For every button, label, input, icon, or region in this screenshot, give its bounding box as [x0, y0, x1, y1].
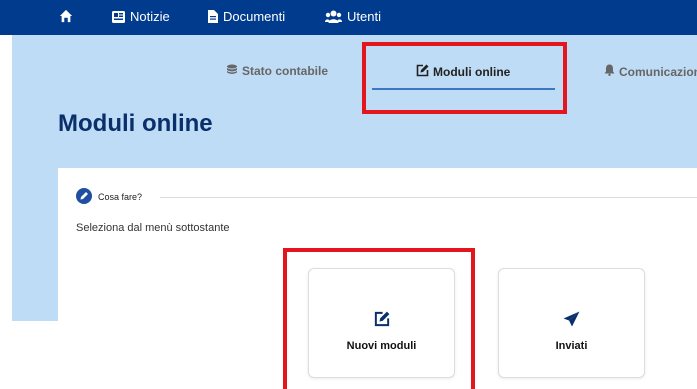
- section-heading: Cosa fare?: [76, 188, 142, 206]
- nav-item-label: Documenti: [223, 9, 286, 24]
- nav-item-label: Utenti: [347, 9, 381, 24]
- sub-navigation: Stato contabile Moduli online Comunicazi…: [12, 35, 697, 97]
- page-title: Moduli online: [58, 110, 213, 137]
- paper-plane-icon: [499, 311, 644, 327]
- tab-label: Stato contabile: [242, 64, 329, 78]
- tab-comunicazioni[interactable]: Comunicazioni: [604, 64, 697, 79]
- tab-stato-contabile[interactable]: Stato contabile: [226, 64, 328, 78]
- bell-icon: [604, 64, 615, 79]
- section-heading-label: Cosa fare?: [98, 192, 143, 202]
- nav-item-notizie[interactable]: Notizie: [112, 9, 170, 24]
- nav-item-documenti[interactable]: Documenti: [208, 9, 285, 24]
- tab-label: Comunicazioni: [619, 64, 697, 79]
- coins-icon: [226, 64, 238, 78]
- highlight-box-tab: [362, 42, 567, 114]
- newspaper-icon: [112, 10, 125, 23]
- section-subtitle: Seleziona dal menù sottostante: [76, 222, 230, 234]
- nav-item-utenti[interactable]: Utenti: [325, 9, 381, 24]
- tile-label: Inviati: [555, 340, 588, 352]
- top-navigation-bar: Notizie Documenti Utenti: [0, 0, 697, 35]
- highlight-box-tile: [283, 248, 475, 389]
- document-icon: [208, 10, 218, 23]
- users-icon: [325, 10, 342, 23]
- home-icon[interactable]: [59, 9, 73, 23]
- nav-item-label: Notizie: [130, 9, 170, 24]
- section-divider: [160, 197, 697, 198]
- tile-inviati[interactable]: Inviati: [498, 268, 645, 378]
- pencil-circle-icon: [76, 188, 92, 206]
